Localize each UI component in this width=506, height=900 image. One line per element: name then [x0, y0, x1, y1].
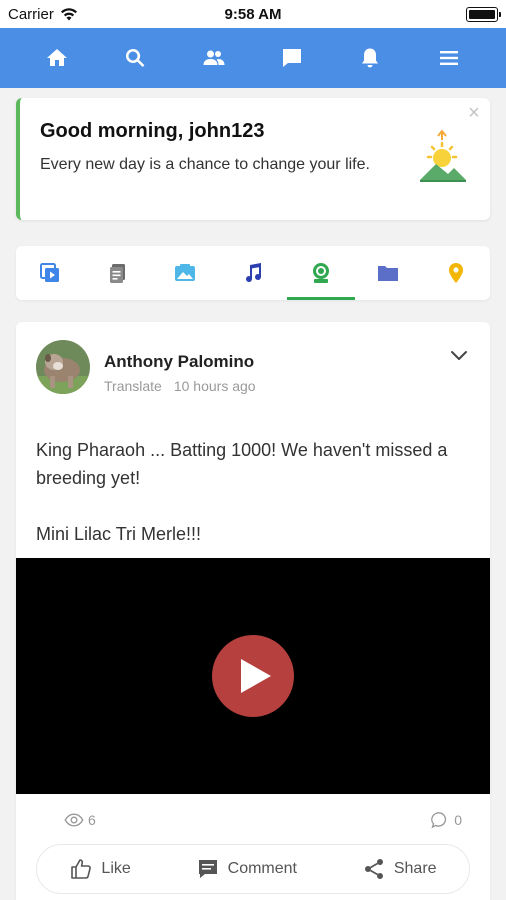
tab-places[interactable]	[422, 246, 490, 300]
tab-photos[interactable]	[151, 246, 219, 300]
folder-icon	[378, 266, 399, 281]
post-body: King Pharaoh ... Batting 1000! We haven'…	[36, 436, 476, 576]
status-bar: Carrier 9:58 AM	[0, 0, 506, 28]
like-button[interactable]: Like	[69, 857, 131, 881]
friends-icon	[203, 50, 225, 65]
views-value: 6	[88, 812, 96, 828]
comment-label: Comment	[227, 860, 297, 877]
tab-webcam[interactable]	[286, 246, 355, 300]
nav-home-button[interactable]	[37, 38, 77, 78]
nav-notifications-button[interactable]	[350, 38, 390, 78]
video-player[interactable]	[16, 558, 490, 794]
views-count: 6	[64, 810, 96, 830]
comments-value: 0	[454, 812, 462, 828]
top-nav-bar	[0, 28, 506, 88]
nav-messages-button[interactable]	[272, 38, 312, 78]
nav-menu-button[interactable]	[429, 38, 469, 78]
share-icon	[364, 859, 383, 879]
post-stats: 6 0	[16, 810, 490, 834]
post-meta: Translate 10 hours ago	[104, 378, 256, 394]
webcam-icon	[312, 263, 329, 283]
wifi-icon	[60, 8, 77, 21]
post-text-paragraph: King Pharaoh ... Batting 1000! We haven'…	[36, 440, 448, 488]
translate-link[interactable]: Translate	[104, 378, 162, 394]
greeting-message: Every new day is a chance to change your…	[40, 156, 370, 173]
media-tab-strip	[16, 246, 490, 300]
comment-bubble-icon	[431, 812, 447, 829]
like-label: Like	[101, 860, 131, 877]
menu-icon	[439, 51, 458, 65]
video-icon	[39, 263, 59, 282]
avatar-image	[36, 340, 90, 394]
play-icon	[241, 659, 271, 693]
nav-search-button[interactable]	[115, 38, 155, 78]
author-name[interactable]: Anthony Palomino	[104, 352, 254, 372]
close-icon[interactable]: ×	[464, 103, 484, 124]
home-icon	[47, 49, 68, 66]
post-card: Anthony Palomino Translate 10 hours ago …	[16, 322, 490, 900]
messages-icon	[283, 49, 302, 67]
tab-folders[interactable]	[355, 246, 423, 300]
avatar[interactable]	[36, 340, 90, 394]
share-button[interactable]: Share	[362, 857, 437, 881]
comment-icon	[198, 860, 217, 878]
carrier-label: Carrier	[8, 5, 54, 23]
status-left: Carrier	[8, 6, 78, 23]
post-text-paragraph: Mini Lilac Tri Merle!!!	[36, 524, 202, 544]
tab-music[interactable]	[219, 246, 287, 300]
chevron-down-icon	[451, 351, 467, 360]
share-label: Share	[393, 860, 437, 877]
greeting-title: Good morning, john123	[40, 120, 265, 142]
post-timestamp: 10 hours ago	[173, 378, 256, 394]
notifications-icon	[362, 48, 379, 68]
post-options-button[interactable]	[448, 344, 470, 366]
music-icon	[246, 263, 262, 283]
sunrise-icon	[420, 130, 466, 182]
post-actions: Like Comment Share	[36, 844, 470, 894]
search-icon	[126, 48, 145, 67]
comment-button[interactable]: Comment	[196, 857, 297, 881]
tab-documents[interactable]	[84, 246, 152, 300]
nav-friends-button[interactable]	[194, 38, 234, 78]
document-icon	[109, 264, 125, 283]
thumbs-up-icon	[71, 859, 92, 879]
comments-count[interactable]: 0	[430, 810, 462, 830]
play-button[interactable]	[212, 635, 294, 717]
greeting-card: Good morning, john123 Every new day is a…	[16, 98, 490, 220]
photo-icon	[175, 264, 196, 281]
battery-icon	[466, 6, 501, 22]
location-icon	[449, 263, 464, 283]
eye-icon	[64, 813, 84, 827]
tab-videos[interactable]	[16, 246, 84, 300]
